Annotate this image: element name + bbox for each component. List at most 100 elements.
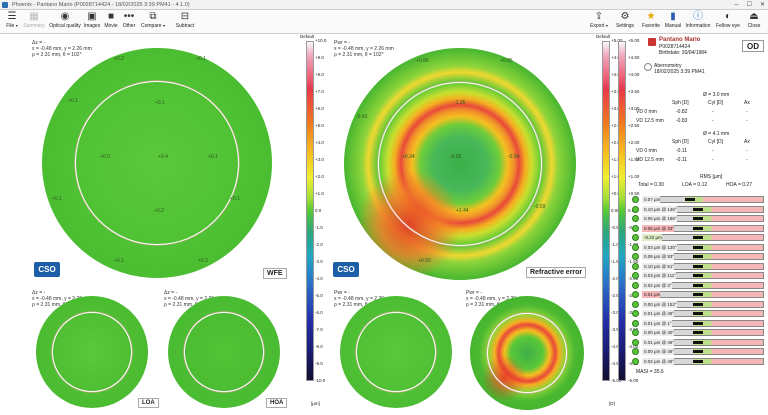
minimize-icon[interactable]: ─ — [734, 0, 738, 10]
refr-loa-panel[interactable]: Pwr = - x = -0.48 mm, y = 2.26 mm ρ = 2.… — [332, 288, 460, 412]
manual-button[interactable]: ▮ Manual — [663, 11, 683, 29]
fellow-eye-button[interactable]: ◐ Fellow eye — [714, 11, 742, 29]
optical-quality-button[interactable]: ◉ Optical quality — [48, 11, 82, 29]
images-icon: ▣ — [87, 11, 97, 22]
refr-scale-title: Default — [596, 34, 611, 39]
information-button[interactable]: ⓘ Information — [683, 11, 713, 29]
wfe-point: +0.1 — [155, 100, 165, 106]
title-bar: Phoenix - Pantano Mario (P0028714424 - 1… — [0, 0, 768, 10]
scale-tick-label: -4.0 — [315, 276, 323, 281]
zernike-marker — [693, 350, 704, 353]
patient-name: Pantano Mario — [659, 37, 701, 43]
cso-logo: CSO — [34, 262, 60, 277]
zernike-icon[interactable] — [632, 224, 639, 232]
diameter-2: Ø = 4.1 mm — [703, 131, 730, 137]
zernike-icon[interactable] — [632, 262, 639, 270]
wfe-point: +0.1 — [230, 196, 240, 202]
zernike-icon[interactable] — [632, 348, 639, 355]
scale-tick-label: -8.0 — [315, 344, 323, 349]
compare-button[interactable]: ⧉ Compare ▾ — [140, 11, 166, 29]
zernike-icon[interactable] — [632, 329, 639, 336]
refr-point: +1.44 — [456, 208, 469, 214]
favorite-button[interactable]: ★ Favorite — [639, 11, 663, 29]
zernike-icon[interactable] — [632, 215, 639, 222]
wfe-hoa-panel[interactable]: Δz = - x = -0.48 mm, y = 2.26 mm ρ = 2.3… — [160, 288, 288, 412]
refr-point: +0.50 — [418, 258, 431, 264]
zernike-label: 0.01 µm @ 49° — [642, 338, 675, 346]
movie-button[interactable]: ■ Movie — [102, 11, 120, 29]
zernike-icon[interactable] — [632, 196, 639, 203]
close-window-icon[interactable]: ✕ — [760, 0, 765, 10]
zernike-label: 0.03 µm @ 130° — [642, 243, 677, 251]
zernike-icon[interactable] — [632, 253, 639, 260]
cso-logo-2: CSO — [333, 262, 359, 277]
scale-tick-label: +2.00 — [628, 140, 640, 145]
wfe-loa-panel[interactable]: Δz = - x = -0.48 mm, y = 2.26 mm ρ = 2.3… — [30, 288, 159, 412]
window-title: Phoenix - Pantano Mario (P0028714424 - 1… — [12, 2, 190, 8]
refr-hoa-panel[interactable]: Pwr = - x = -0.48 mm, y = 2.26 mm ρ = 2.… — [462, 288, 592, 412]
file-menu[interactable]: ☰ File ▾ — [2, 11, 22, 29]
zernike-label: 0.00 µm @ 152° — [642, 300, 677, 308]
summary-button[interactable]: ▦ Summary — [22, 11, 46, 29]
exam-date: 18/02/2025 3:39 PM41 — [654, 69, 705, 75]
images-button[interactable]: ▣ Images — [82, 11, 102, 29]
wfe-point: +0.2 — [198, 258, 208, 264]
zernike-label: -0.22 µm — [642, 234, 662, 241]
movie-icon: ■ — [107, 11, 115, 22]
zernike-label: 0.01 µm — [642, 291, 661, 298]
scale-tick-label: +6.0 — [315, 106, 324, 111]
zernike-label: 0.07 µm — [642, 196, 661, 203]
settings-button[interactable]: ⚙ Settings — [613, 11, 637, 29]
other-button[interactable]: ••• Other — [120, 11, 138, 29]
rms-hoa: HOA = 0.27 — [726, 182, 752, 188]
compare-icon: ⧉ — [149, 11, 157, 22]
export-button[interactable]: ⇪ Export ▾ — [588, 11, 610, 29]
maximize-icon[interactable]: ☐ — [747, 0, 752, 10]
zernike-marker — [693, 207, 704, 211]
zernike-label: 0.02 µm @ 3° — [642, 281, 672, 289]
subtract-button[interactable]: ⊟ Subtract — [172, 11, 198, 29]
zernike-icon[interactable] — [632, 291, 639, 298]
wfe-point: +0.4 — [158, 154, 168, 160]
zernike-marker — [693, 255, 704, 258]
close-button[interactable]: ⏏ Close — [743, 11, 765, 29]
wfe-map-label: WFE — [263, 268, 287, 279]
rms-loa: LOA = 0.12 — [682, 182, 708, 188]
diameter-1: Ø = 3.0 mm — [703, 92, 730, 98]
wfe-panel[interactable]: Δz = - x = -0.48 mm, y = 2.26 mm ρ = 2.3… — [30, 36, 290, 286]
rms-total: Total = 0.30 — [638, 182, 664, 188]
refr-info: Pwr = - x = -0.48 mm, y = 2.26 mm ρ = 2.… — [334, 40, 394, 58]
scale-tick-label: +1.0 — [315, 191, 324, 196]
zernike-label: 0.06 µm @ 186° — [642, 215, 677, 222]
zernike-marker — [693, 321, 704, 325]
wfe-point: +0.0 — [100, 154, 110, 160]
zernike-icon[interactable] — [632, 319, 639, 327]
zernike-icon[interactable] — [632, 234, 639, 241]
patient-icon — [648, 38, 656, 46]
patient-panel: +5.00 +4.50 +4.00 +3.50 +3.00 +2.50 +2.00 +1.50… — [618, 36, 768, 415]
scale-tick-label: +4.50 — [628, 55, 640, 60]
refr-scale-unit: [D] — [609, 401, 615, 406]
wfe-point: +0.1 — [68, 98, 78, 104]
refractive-error-panel[interactable]: Pwr = - x = -0.48 mm, y = 2.26 mm ρ = 2.… — [330, 36, 592, 286]
patient-birthdate: Birthdate: 30/04/1984 — [659, 50, 707, 56]
app-icon — [2, 2, 8, 8]
summary-icon: ▦ — [29, 11, 39, 22]
zernike-icon[interactable] — [632, 281, 639, 289]
zernike-icon[interactable] — [632, 272, 639, 279]
zernike-icon[interactable] — [632, 243, 639, 251]
right-color-scale — [618, 41, 626, 381]
wfe-info: Δz = - x = -0.48 mm, y = 2.26 mm ρ = 2.3… — [32, 40, 92, 58]
wfe-color-scale — [306, 41, 314, 381]
zernike-icon[interactable] — [632, 310, 639, 317]
zernike-marker — [693, 274, 704, 277]
wfe-point: +0.1 — [114, 258, 124, 264]
zernike-icon[interactable] — [632, 338, 639, 346]
scale-tick-label: -3.0 — [315, 259, 323, 264]
refr-point: -0.62 — [450, 154, 462, 160]
zernike-icon[interactable] — [632, 357, 639, 365]
refr-point: -0.43 — [356, 114, 368, 120]
zernike-icon[interactable] — [632, 300, 639, 308]
wfe-scale-title: Default — [300, 34, 315, 39]
zernike-icon[interactable] — [632, 205, 639, 213]
